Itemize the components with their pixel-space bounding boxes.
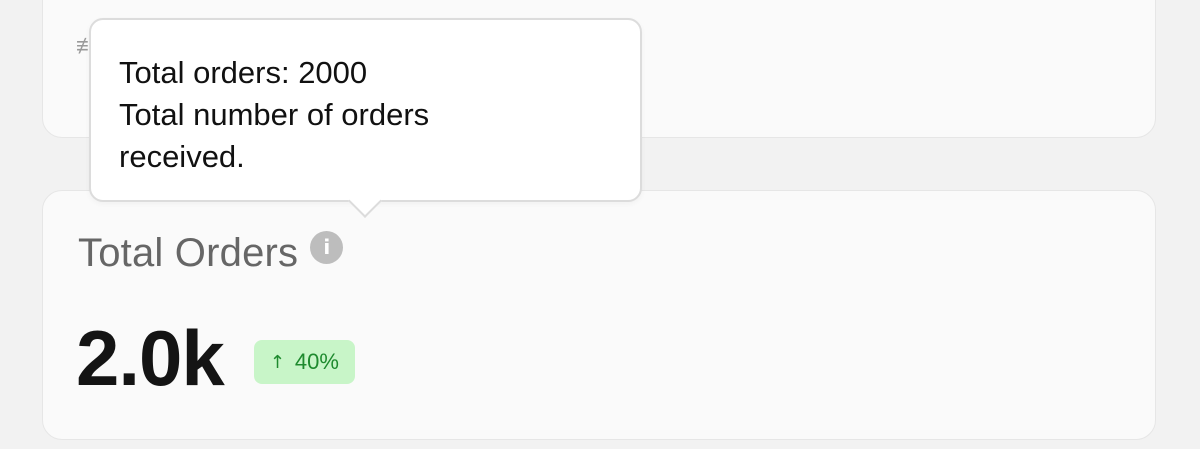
card-title: Total Orders <box>78 231 299 275</box>
info-icon[interactable]: i <box>310 230 344 264</box>
metric-icon: ≢ <box>76 37 88 55</box>
tooltip-text: Total orders: 2000 Total number of order… <box>119 52 559 178</box>
tooltip-line-description: Total number of orders <box>119 97 430 132</box>
tooltip-line-total: Total orders: 2000 <box>119 55 368 90</box>
tooltip-line-description-cont: received. <box>119 139 245 174</box>
metric-value-row: 2.0k ↑ 40% <box>76 313 355 403</box>
arrow-up-icon: ↑ <box>269 351 285 373</box>
metric-value: 2.0k <box>76 314 225 402</box>
dashboard-viewport: ≢ Total Orders i 2.0k ↑ 40% Total orders… <box>0 0 1200 449</box>
total-orders-card: Total Orders i 2.0k ↑ 40% <box>42 190 1156 440</box>
change-percent: 40% <box>294 349 339 374</box>
change-badge: ↑ 40% <box>253 340 355 384</box>
card-header: Total Orders i <box>78 229 344 277</box>
info-tooltip: Total orders: 2000 Total number of order… <box>89 18 642 218</box>
